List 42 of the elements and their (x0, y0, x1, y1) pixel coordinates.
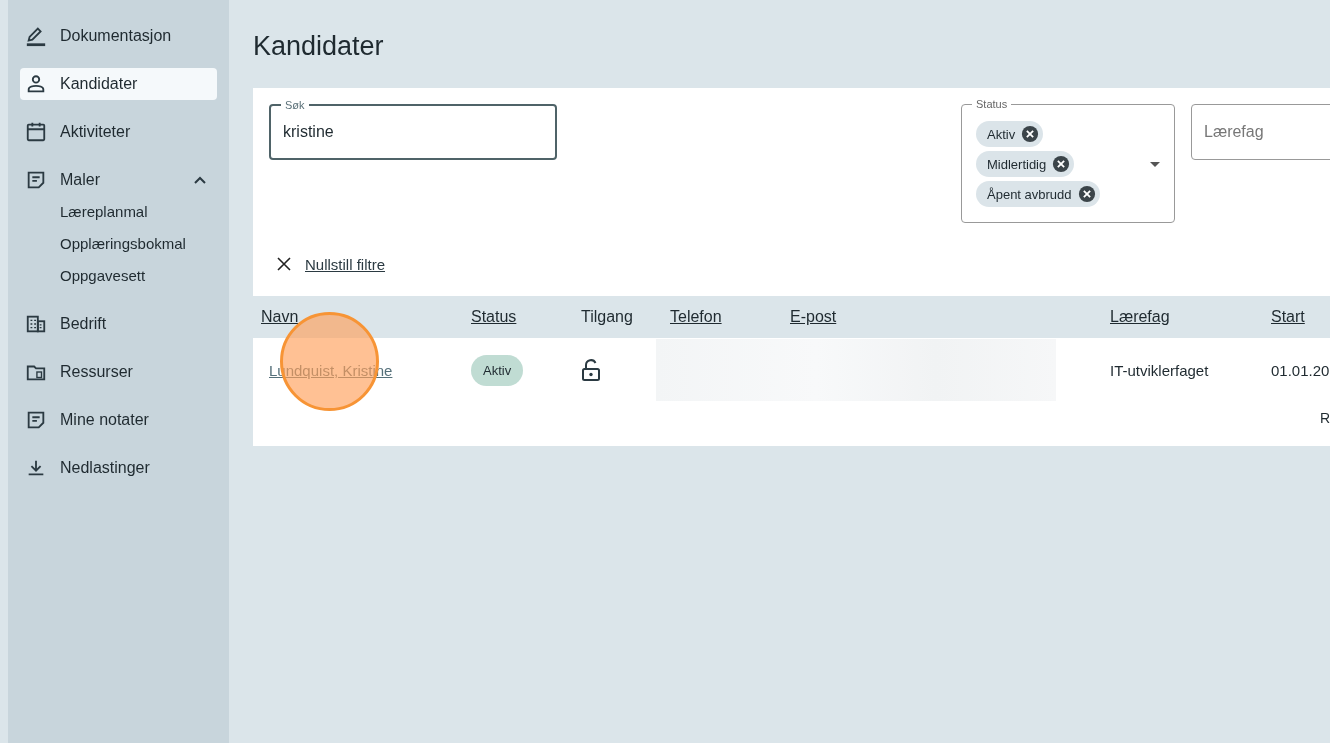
nav-item[interactable]: Ressurser (20, 356, 217, 388)
chevron-up-icon (193, 175, 207, 185)
nav-subitem[interactable]: Opplæringsbokmal (60, 228, 217, 260)
dropdown-icon (1150, 162, 1160, 167)
column-header[interactable]: Lærefag (1110, 308, 1271, 326)
reset-filters-link[interactable]: Nullstill filtre (305, 255, 385, 273)
pencil-icon (25, 25, 47, 47)
pagination-text: R (1319, 410, 1330, 426)
remove-icon (1052, 155, 1071, 173)
column-header[interactable]: Navn (261, 308, 471, 326)
nav-item[interactable]: Mine notater (20, 404, 217, 436)
column-header[interactable]: Start (1271, 308, 1330, 326)
remove-icon (1021, 125, 1040, 143)
table-cell-text: 01.01.20 (1271, 360, 1330, 381)
status-badge: Aktiv (471, 354, 524, 386)
subject-field[interactable]: Lærefag (1192, 105, 1330, 159)
field-label: Søk (281, 98, 309, 112)
note-icon (25, 409, 47, 431)
page-title: Kandidater (253, 30, 385, 63)
column-header[interactable]: Status (471, 308, 581, 326)
filter-chip[interactable]: Åpent avbrudd (976, 181, 1100, 207)
note-icon (25, 169, 47, 191)
nav-item[interactable]: Aktiviteter (20, 116, 217, 148)
column-header[interactable]: E-post (790, 308, 1110, 326)
nav-item[interactable]: Dokumentasjon (20, 20, 217, 52)
table-cell-text: IT-utviklerfaget (1110, 360, 1210, 381)
nav-subitem[interactable]: Læreplanmal (60, 196, 217, 228)
remove-icon (1077, 185, 1096, 203)
column-header[interactable]: Telefon (670, 308, 790, 326)
field-label: Status (972, 97, 1012, 111)
nav-item[interactable]: Bedrift (20, 308, 217, 340)
nav-subitem[interactable]: Oppgavesett (60, 260, 217, 292)
person-icon (25, 73, 47, 95)
column-header: Tilgang (581, 308, 634, 326)
nav-item[interactable]: Kandidater (20, 68, 217, 100)
calendar-icon (25, 121, 47, 143)
nav-item[interactable]: Maler (20, 164, 217, 196)
close-icon (277, 257, 291, 271)
filter-chip[interactable]: Aktiv (976, 121, 1044, 147)
nav-item[interactable]: Nedlastinger (20, 452, 217, 484)
filter-chip[interactable]: Midlertidig (976, 151, 1075, 177)
building-icon (25, 313, 47, 335)
